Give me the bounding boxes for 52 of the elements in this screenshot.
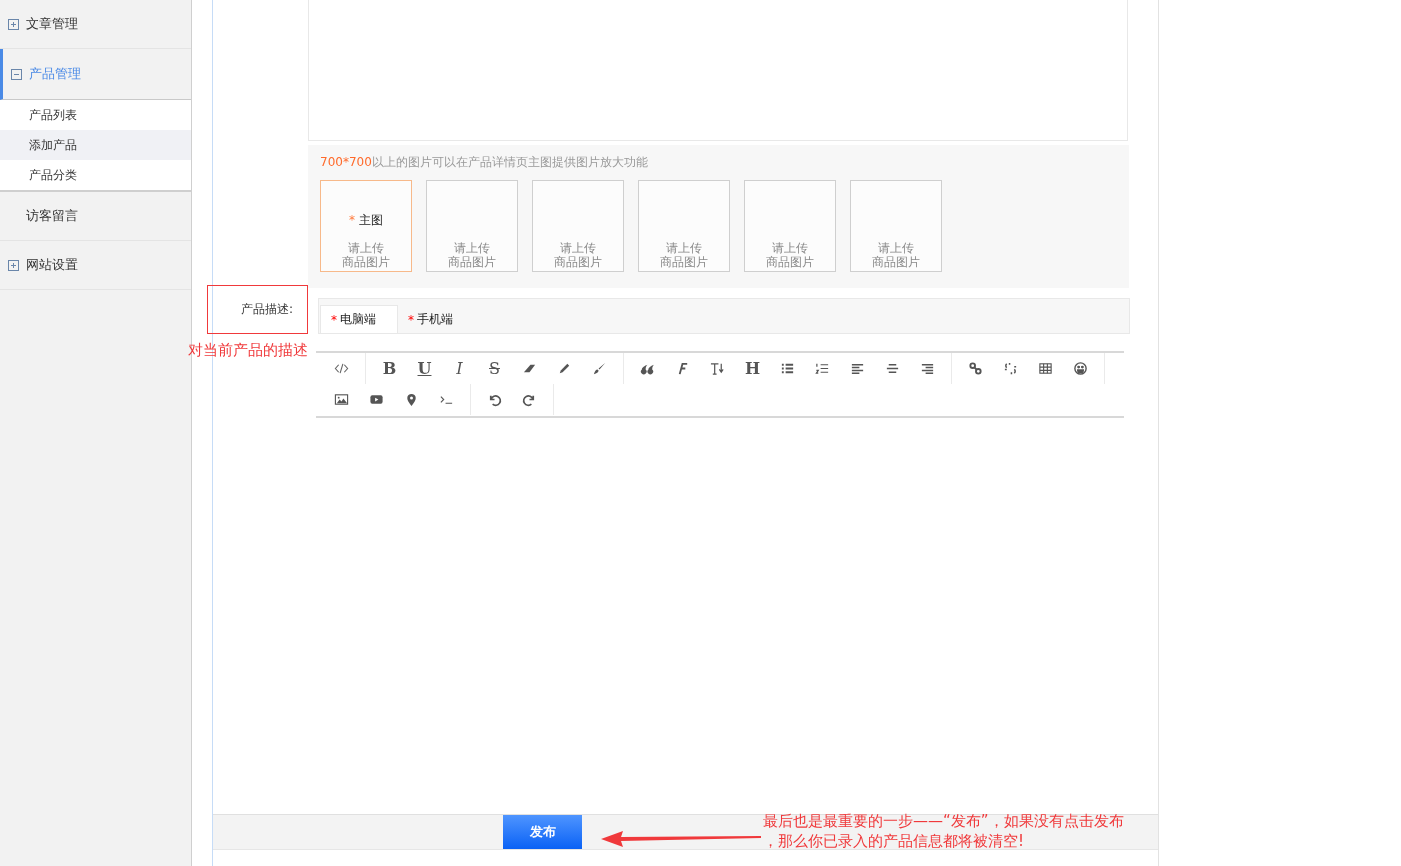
align-left-icon[interactable]	[850, 361, 865, 376]
image-upload-slot[interactable]: * 主图 请上传 商品图片	[320, 180, 412, 272]
bullet-list-icon[interactable]	[780, 361, 795, 376]
submenu-item[interactable]: 产品列表	[0, 100, 191, 130]
publish-button[interactable]: 发布	[503, 815, 582, 849]
upload-hint: 请上传 商品图片	[448, 241, 496, 269]
pencil-icon[interactable]	[557, 361, 572, 376]
format-button[interactable]: I	[442, 355, 477, 382]
sidebar-item[interactable]: 网站设置	[0, 241, 191, 290]
expand-icon[interactable]	[8, 259, 19, 271]
format-button[interactable]: U	[407, 355, 442, 382]
field-label: 产品描述:	[240, 301, 293, 318]
size-hint: 700*700	[320, 155, 372, 169]
numbered-list-icon[interactable]	[815, 361, 830, 376]
upload-hint: 请上传 商品图片	[554, 241, 602, 269]
annotation-text: 最后也是最重要的一步——“发布”，如果没有点击发布 ，那么你已录入的产品信息都将被清空!	[763, 811, 1124, 851]
upload-hint: 请上传 商品图片	[872, 241, 920, 269]
format-button[interactable]: B	[372, 355, 407, 382]
image-icon[interactable]	[334, 392, 349, 407]
image-upload-slot[interactable]: 请上传 商品图片	[426, 180, 518, 272]
table-icon[interactable]	[1038, 361, 1053, 376]
link-icon[interactable]	[968, 361, 983, 376]
image-upload-slot[interactable]: 请上传 商品图片	[532, 180, 624, 272]
upload-hint: 请上传 商品图片	[342, 241, 390, 269]
upload-hint: 请上传 商品图片	[660, 241, 708, 269]
hint-text: 以上的图片可以在产品详情页主图提供图片放大功能	[371, 155, 648, 169]
submenu-item[interactable]: 添加产品	[0, 130, 191, 160]
slot-title: * 主图	[349, 212, 383, 229]
redo-icon[interactable]	[522, 392, 537, 407]
collapse-icon[interactable]	[11, 68, 22, 80]
expand-icon[interactable]	[8, 18, 19, 30]
align-right-icon[interactable]	[920, 361, 935, 376]
text-size-icon[interactable]	[710, 361, 725, 376]
image-upload-slot[interactable]: 请上传 商品图片	[850, 180, 942, 272]
sidebar-item[interactable]: 访客留言	[0, 192, 191, 241]
map-pin-icon[interactable]	[404, 392, 419, 407]
format-button[interactable]: H	[735, 355, 770, 382]
sidebar-item[interactable]: 文章管理	[0, 0, 191, 49]
align-center-icon[interactable]	[885, 361, 900, 376]
upload-hint: 请上传 商品图片	[766, 241, 814, 269]
image-upload-slot[interactable]: 请上传 商品图片	[638, 180, 730, 272]
submenu-item[interactable]: 产品分类	[0, 160, 191, 190]
tab[interactable]: * 手机端	[398, 306, 473, 333]
video-icon[interactable]	[369, 392, 384, 407]
format-button[interactable]: S	[477, 355, 512, 382]
undo-icon[interactable]	[487, 392, 502, 407]
annotation-text: 对当前产品的描述	[188, 341, 308, 360]
tab[interactable]: * 电脑端	[320, 305, 398, 333]
smiley-icon[interactable]	[1073, 361, 1088, 376]
code-icon[interactable]	[334, 361, 349, 376]
image-upload-slot[interactable]: 请上传 商品图片	[744, 180, 836, 272]
brush-icon[interactable]	[592, 361, 607, 376]
